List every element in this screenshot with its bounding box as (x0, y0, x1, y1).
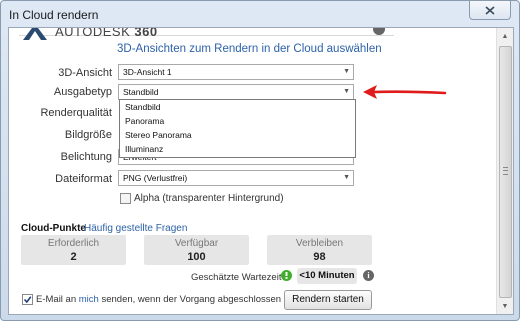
checkmark-icon (23, 296, 32, 304)
exposure-label: Belichtung (60, 151, 112, 163)
vertical-scrollbar[interactable]: ▲ ▼ (496, 28, 513, 314)
stat-value: 2 (70, 251, 77, 263)
output-select[interactable]: Standbild ▼ (118, 84, 354, 100)
chevron-down-icon: ▼ (343, 174, 350, 181)
stat-remaining: Verbleiben 98 (267, 235, 372, 265)
format-select-value: PNG (Verlustfrei) (123, 173, 188, 183)
stat-available: Verfügbar 100 (144, 235, 249, 265)
format-label: Dateiformat (55, 173, 112, 185)
format-select[interactable]: PNG (Verlustfrei) ▼ (118, 170, 354, 186)
dropdown-option-stereo-panorama[interactable]: Stereo Panorama (120, 128, 355, 142)
scroll-down-icon[interactable]: ▼ (497, 298, 513, 314)
status-ok-icon (281, 270, 292, 281)
close-button[interactable] (469, 1, 511, 20)
chevron-down-icon: ▼ (343, 68, 350, 75)
brand-name: AUTODESK 360 (55, 27, 158, 39)
stat-label: Erforderlich (47, 238, 100, 249)
scroll-thumb[interactable] (499, 46, 512, 298)
view-select-value: 3D-Ansicht 1 (123, 67, 172, 77)
start-render-button[interactable]: Rendern starten (284, 290, 372, 310)
quality-label: Renderqualität (40, 107, 112, 119)
info-icon[interactable]: i (363, 270, 374, 281)
annotation-arrow-icon (363, 85, 447, 99)
stat-value: 100 (187, 251, 206, 263)
dropdown-option-illuminanz[interactable]: Illuminanz (120, 142, 355, 156)
stat-label: Verbleiben (295, 238, 344, 249)
stat-required: Erforderlich 2 (21, 235, 126, 265)
scroll-up-icon[interactable]: ▲ (497, 28, 513, 44)
autodesk-logo-icon (23, 28, 47, 40)
stat-label: Verfügbar (174, 238, 219, 249)
email-checkbox[interactable] (22, 294, 33, 305)
output-select-value: Standbild (123, 87, 159, 97)
dialog-content: AUTODESK 360 3D-Ansichten zum Rendern in… (8, 27, 514, 315)
dropdown-option-standbild[interactable]: Standbild (120, 100, 355, 114)
output-dropdown-list: Standbild Panorama Stereo Panorama Illum… (119, 99, 356, 158)
page-subtitle: 3D-Ansichten zum Rendern in der Cloud au… (117, 43, 382, 55)
alpha-label: Alpha (transparenter Hintergrund) (134, 193, 284, 204)
dialog-window: In Cloud rendern AUTODESK 360 3D-Ansicht… (0, 0, 520, 321)
view-label: 3D-Ansicht (58, 67, 112, 79)
email-me-link[interactable]: mich (79, 294, 99, 305)
stat-value: 98 (313, 251, 326, 263)
faq-link[interactable]: Häufig gestellte Fragen (84, 223, 187, 234)
wait-time-label: Geschätzte Wartezeit (191, 272, 282, 283)
wait-time-value: <10 Minuten (297, 268, 357, 284)
email-notify-label: E-Mail an mich senden, wenn der Vorgang … (36, 294, 294, 305)
window-title: In Cloud rendern (9, 8, 99, 22)
size-label: Bildgröße (64, 129, 112, 141)
chevron-down-icon: ▼ (343, 88, 350, 95)
alpha-checkbox[interactable] (120, 193, 131, 204)
dropdown-option-panorama[interactable]: Panorama (120, 114, 355, 128)
cloud-points-title: Cloud-Punkte (21, 223, 86, 234)
output-label: Ausgabetyp (53, 86, 112, 98)
view-select[interactable]: 3D-Ansicht 1 ▼ (118, 64, 354, 80)
close-icon (485, 5, 495, 15)
title-bar: In Cloud rendern (1, 1, 519, 27)
